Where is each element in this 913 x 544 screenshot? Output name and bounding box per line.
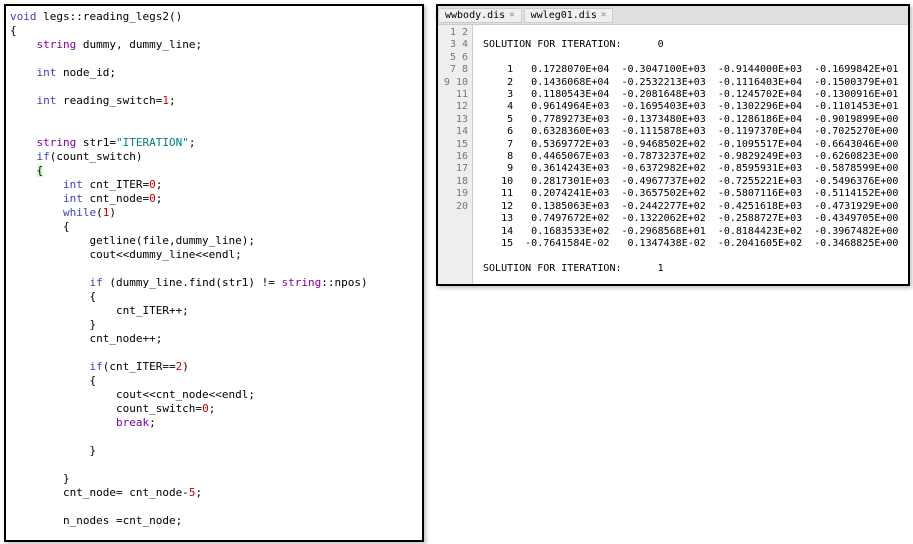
close-icon[interactable]: ✕ [601,10,606,20]
tab-bar: wwbody.dis ✕ wwleg01.dis ✕ [438,6,908,25]
data-content[interactable]: SOLUTION FOR ITERATION: 0 1 0.1728070E+0… [473,25,908,285]
data-view: 1 2 3 4 5 6 7 8 9 10 11 12 13 14 15 16 1… [438,25,908,285]
tab-label: wwleg01.dis [531,10,597,21]
tab-wwbody[interactable]: wwbody.dis ✕ [438,8,522,23]
line-gutter: 1 2 3 4 5 6 7 8 9 10 11 12 13 14 15 16 1… [438,25,473,285]
code-editor-panel: void legs::reading_legs2() { string dumm… [4,4,424,542]
close-icon[interactable]: ✕ [509,10,514,20]
code-content[interactable]: void legs::reading_legs2() { string dumm… [6,6,422,542]
tab-label: wwbody.dis [445,10,505,21]
tab-wwleg01[interactable]: wwleg01.dis ✕ [524,8,614,23]
data-viewer-panel: wwbody.dis ✕ wwleg01.dis ✕ 1 2 3 4 5 6 7… [436,4,910,286]
